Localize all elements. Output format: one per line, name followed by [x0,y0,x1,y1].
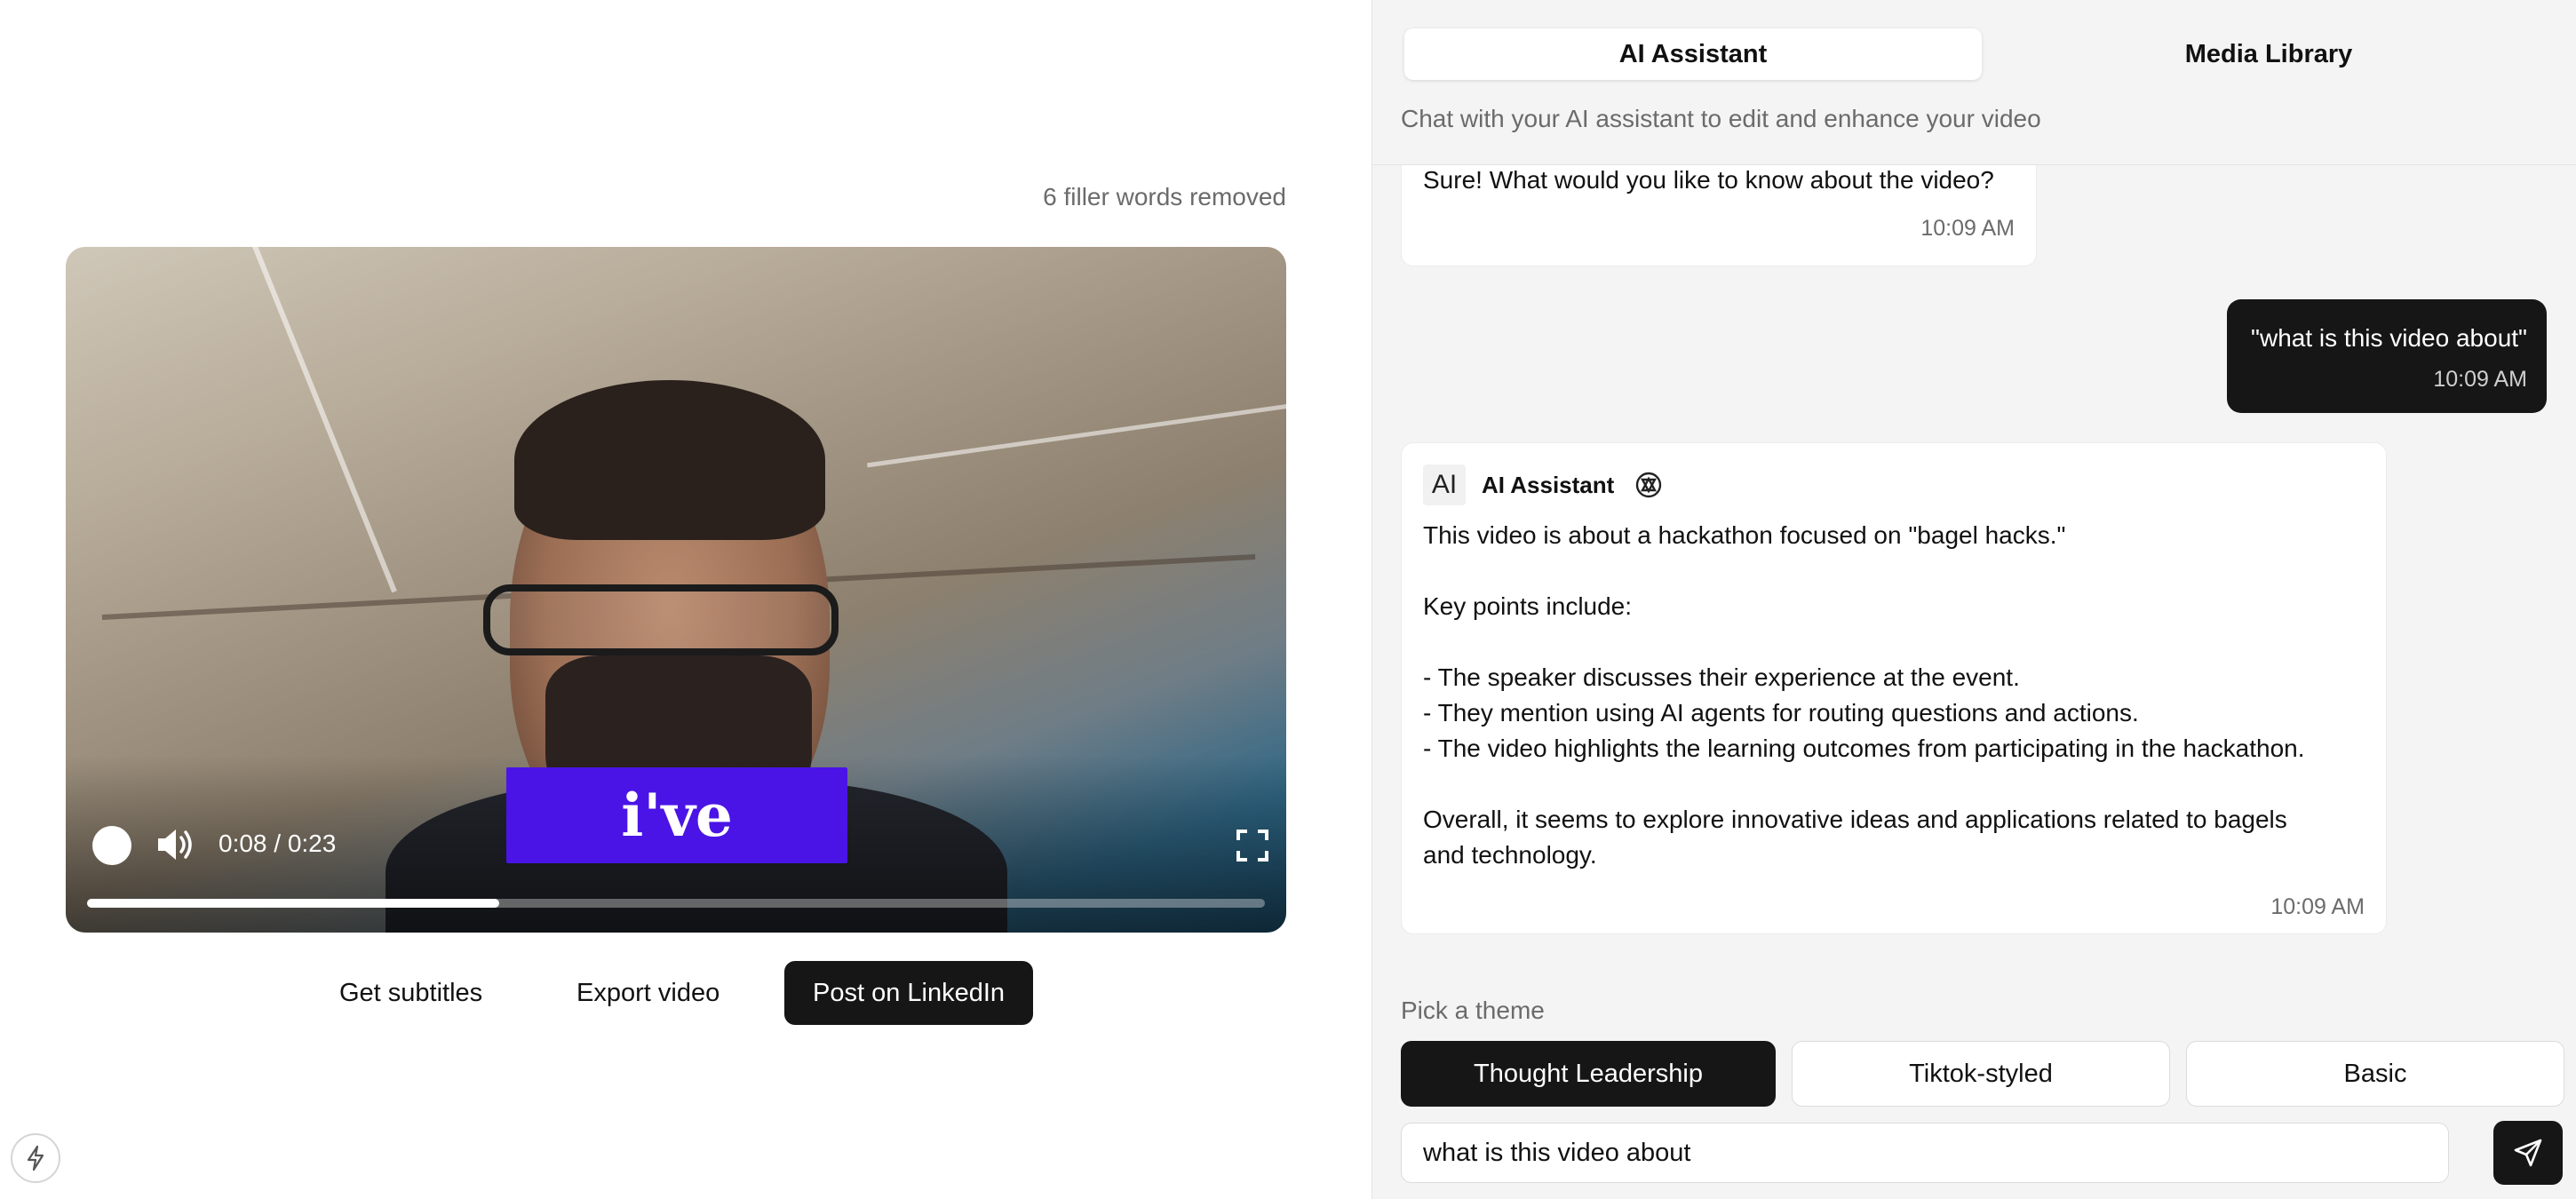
progress-fill [87,899,500,908]
tab-ai-assistant[interactable]: AI Assistant [1404,28,1982,80]
video-actions: Get subtitles Export video Post on Linke… [66,961,1286,1025]
assistant-name: AI Assistant [1482,471,1615,498]
caption-overlay: i've [506,767,847,863]
assistant-message: AI AI Assistant This video is about a ha… [1401,442,2387,934]
play-button[interactable] [92,826,131,865]
time-display: 0:08 / 0:23 [219,830,337,857]
editor-pane: 6 filler words removed i've 0:08 / 0:23 [0,0,1371,1199]
theme-tiktok-button[interactable]: Tiktok-styled [1792,1041,2170,1107]
post-linkedin-button[interactable]: Post on LinkedIn [784,961,1034,1025]
app-root: 6 filler words removed i've 0:08 / 0:23 [0,0,2576,1199]
chat-history[interactable]: Sure! What would you like to know about … [1372,165,2576,965]
assistant-message: Sure! What would you like to know about … [1401,165,2037,266]
message-time: 10:09 AM [2270,894,2365,919]
get-subtitles-button[interactable]: Get subtitles [313,961,509,1025]
assistant-avatar: AI [1423,465,1466,505]
send-icon [2514,1139,2542,1167]
assistant-header: AI AI Assistant [1423,465,1664,505]
panel-subtitle: Chat with your AI assistant to edit and … [1401,105,2041,132]
speaker-hair [514,380,825,540]
message-text: This video is about a hackathon focused … [1423,521,2305,869]
theme-thought-leadership-button[interactable]: Thought Leadership [1401,1041,1776,1107]
bolt-icon[interactable] [11,1133,60,1183]
speaker-glasses [483,584,839,655]
filler-status: 6 filler words removed [1043,183,1286,210]
openai-icon [1634,470,1664,500]
tab-media-library[interactable]: Media Library [1980,28,2557,80]
theme-label: Pick a theme [1401,997,1545,1024]
message-text: Sure! What would you like to know about … [1423,166,1994,194]
assistant-panel: AI Assistant Media Library Chat with you… [1371,0,2576,1199]
progress-bar[interactable] [87,899,1265,908]
message-time: 10:09 AM [1920,216,2015,241]
send-button[interactable] [2493,1121,2563,1185]
chat-input[interactable]: what is this video about [1401,1123,2449,1183]
theme-basic-button[interactable]: Basic [2186,1041,2564,1107]
fullscreen-icon[interactable] [1235,828,1270,863]
message-time: 10:09 AM [2433,367,2527,392]
video-player[interactable]: i've 0:08 / 0:23 [66,247,1286,933]
message-text: "what is this video about" [2251,324,2527,352]
user-message: "what is this video about" 10:09 AM [2227,299,2547,413]
volume-icon[interactable] [155,826,195,863]
panel-tabs: AI Assistant Media Library [1403,27,2554,82]
export-video-button[interactable]: Export video [550,961,746,1025]
